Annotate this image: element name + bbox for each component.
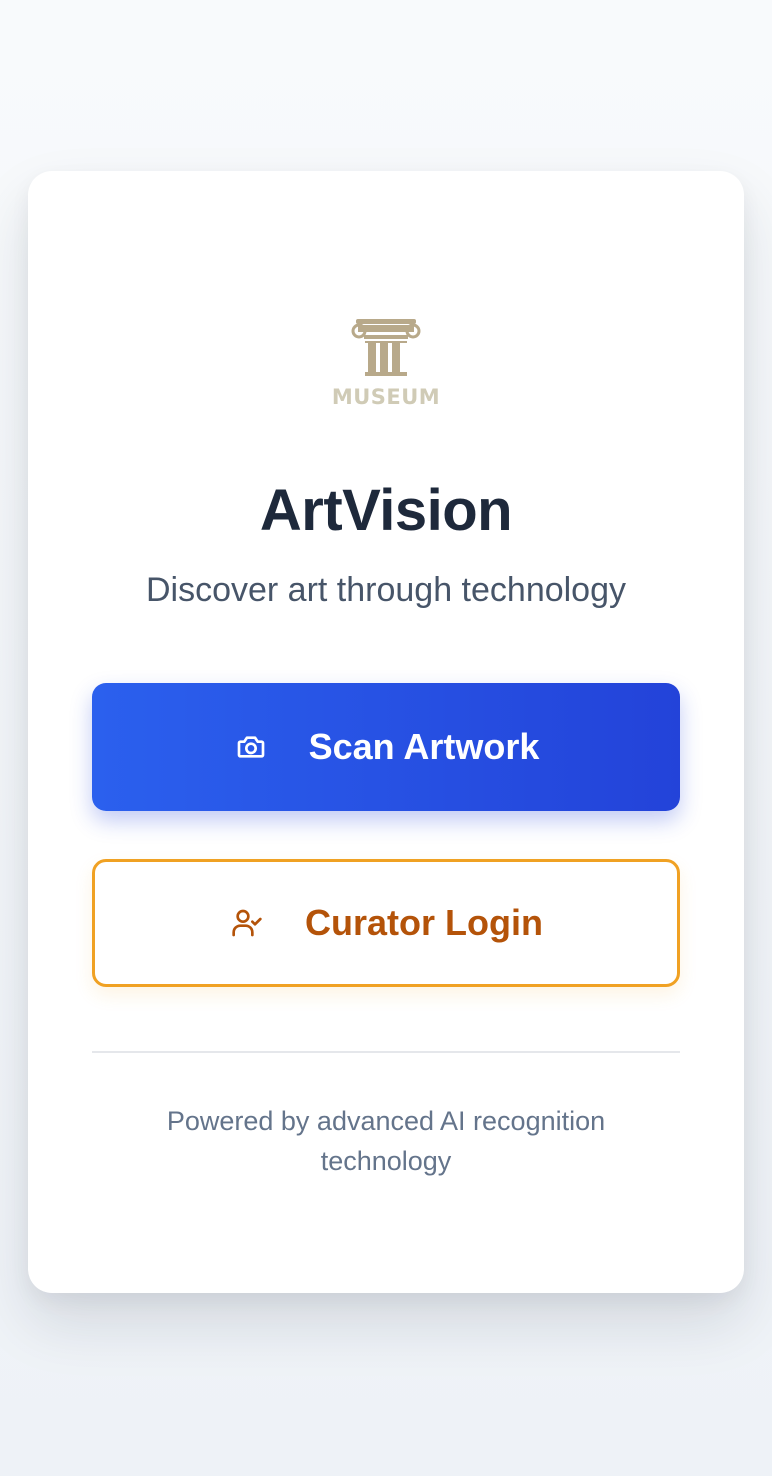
page-subtitle: Discover art through technology — [145, 571, 627, 609]
footer-text: Powered by advanced AI recognition techn… — [166, 1106, 606, 1176]
page-title: ArtVision — [259, 478, 513, 543]
museum-logo: MUSEUM — [328, 315, 444, 411]
scan-artwork-label: Scan Artwork — [308, 726, 540, 767]
curator-login-button[interactable]: Curator Login — [92, 859, 680, 987]
divider — [92, 1051, 680, 1053]
logo-text: MUSEUM — [331, 385, 441, 409]
welcome-card: MUSEUM ArtVision Discover art through te… — [28, 171, 744, 1293]
user-check-icon — [229, 905, 265, 941]
camera-icon — [233, 729, 269, 765]
scan-artwork-button[interactable]: Scan Artwork — [92, 683, 680, 811]
curator-login-label: Curator Login — [305, 902, 543, 943]
column-icon — [351, 319, 421, 376]
